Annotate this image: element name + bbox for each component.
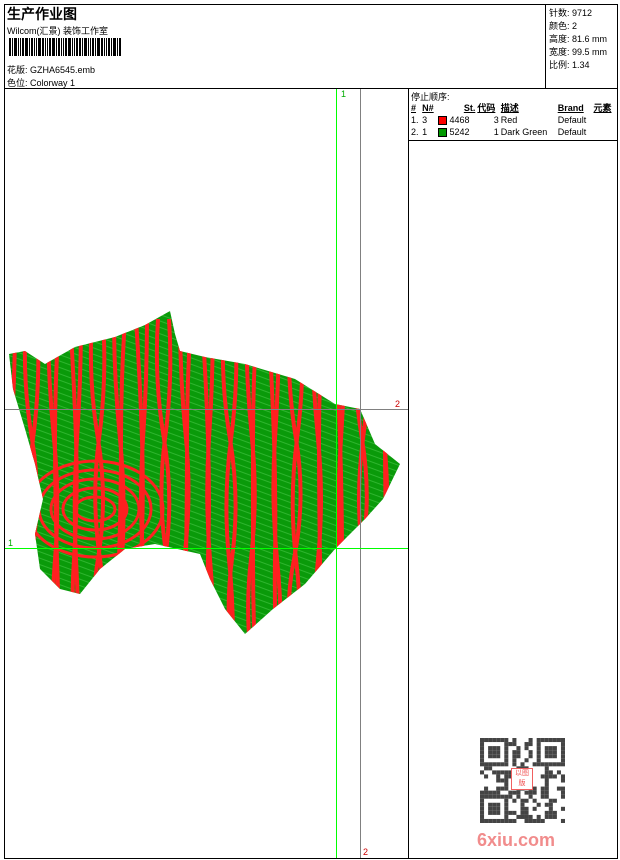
guide-line-gray-vertical[interactable] xyxy=(360,89,361,858)
guide-label: 2 xyxy=(363,847,369,857)
info-scale: 比例: 1.34 xyxy=(549,60,590,70)
file-label: 花版: xyxy=(7,65,28,75)
table-row: 1. 3 4468 3 Red Default xyxy=(411,114,587,126)
info-colors: 颜色: 2 xyxy=(549,21,578,31)
company-name: Wilcom(汇景) 装饰工作室 xyxy=(7,26,108,36)
design-file: 花版: GZHA6545.emb xyxy=(7,63,95,76)
file-value: GZHA6545.emb xyxy=(30,65,96,75)
zebra-embroidery xyxy=(9,311,400,634)
design-canvas: 1 2 2 1 xyxy=(5,89,408,858)
color-swatch xyxy=(438,128,447,138)
stamp-logo: 以图版 xyxy=(511,768,533,790)
col-n: N# xyxy=(422,102,434,113)
page-title: 生产作业图 xyxy=(7,6,77,22)
col-index: # xyxy=(411,102,417,113)
info-width: 宽度: 99.5 mm xyxy=(549,47,608,57)
col-element: 元素 xyxy=(593,103,612,113)
zebra-stripe xyxy=(382,318,392,634)
guide-label: 2 xyxy=(395,399,401,409)
col-stitches: St. xyxy=(463,102,476,113)
barcode xyxy=(9,38,149,56)
table-row: 2. 1 5242 1 Dark Green Default xyxy=(411,126,587,138)
zebra-stripe xyxy=(398,318,400,634)
info-height: 高度: 81.6 mm xyxy=(549,34,608,44)
stop-sequence-table: # N# St. 代码 描述 Brand 元素 1. 3 4468 3 Red Def… xyxy=(410,101,616,138)
info-stitches: 针数: 9712 xyxy=(549,8,593,18)
colorway-value: Colorway 1 xyxy=(30,78,76,88)
watermark-logo: 6xiu.com xyxy=(477,830,556,850)
col-code: 代码 xyxy=(477,103,496,113)
guide-line-green-vertical[interactable] xyxy=(336,89,337,858)
guide-label: 1 xyxy=(341,89,347,99)
guide-label: 1 xyxy=(8,538,14,548)
colorway-label: 色位: xyxy=(7,78,28,88)
guide-line-gray-horizontal[interactable] xyxy=(5,409,408,410)
col-desc: 描述 xyxy=(500,103,519,113)
color-swatch xyxy=(438,116,447,126)
table-divider xyxy=(409,140,618,141)
design-info: 针数: 9712 颜色: 2 高度: 81.6 mm 宽度: 99.5 mm 比… xyxy=(545,4,618,89)
col-brand: Brand xyxy=(557,102,584,113)
colorway: 色位: Colorway 1 xyxy=(7,76,75,89)
guide-line-green-horizontal[interactable] xyxy=(5,548,408,549)
